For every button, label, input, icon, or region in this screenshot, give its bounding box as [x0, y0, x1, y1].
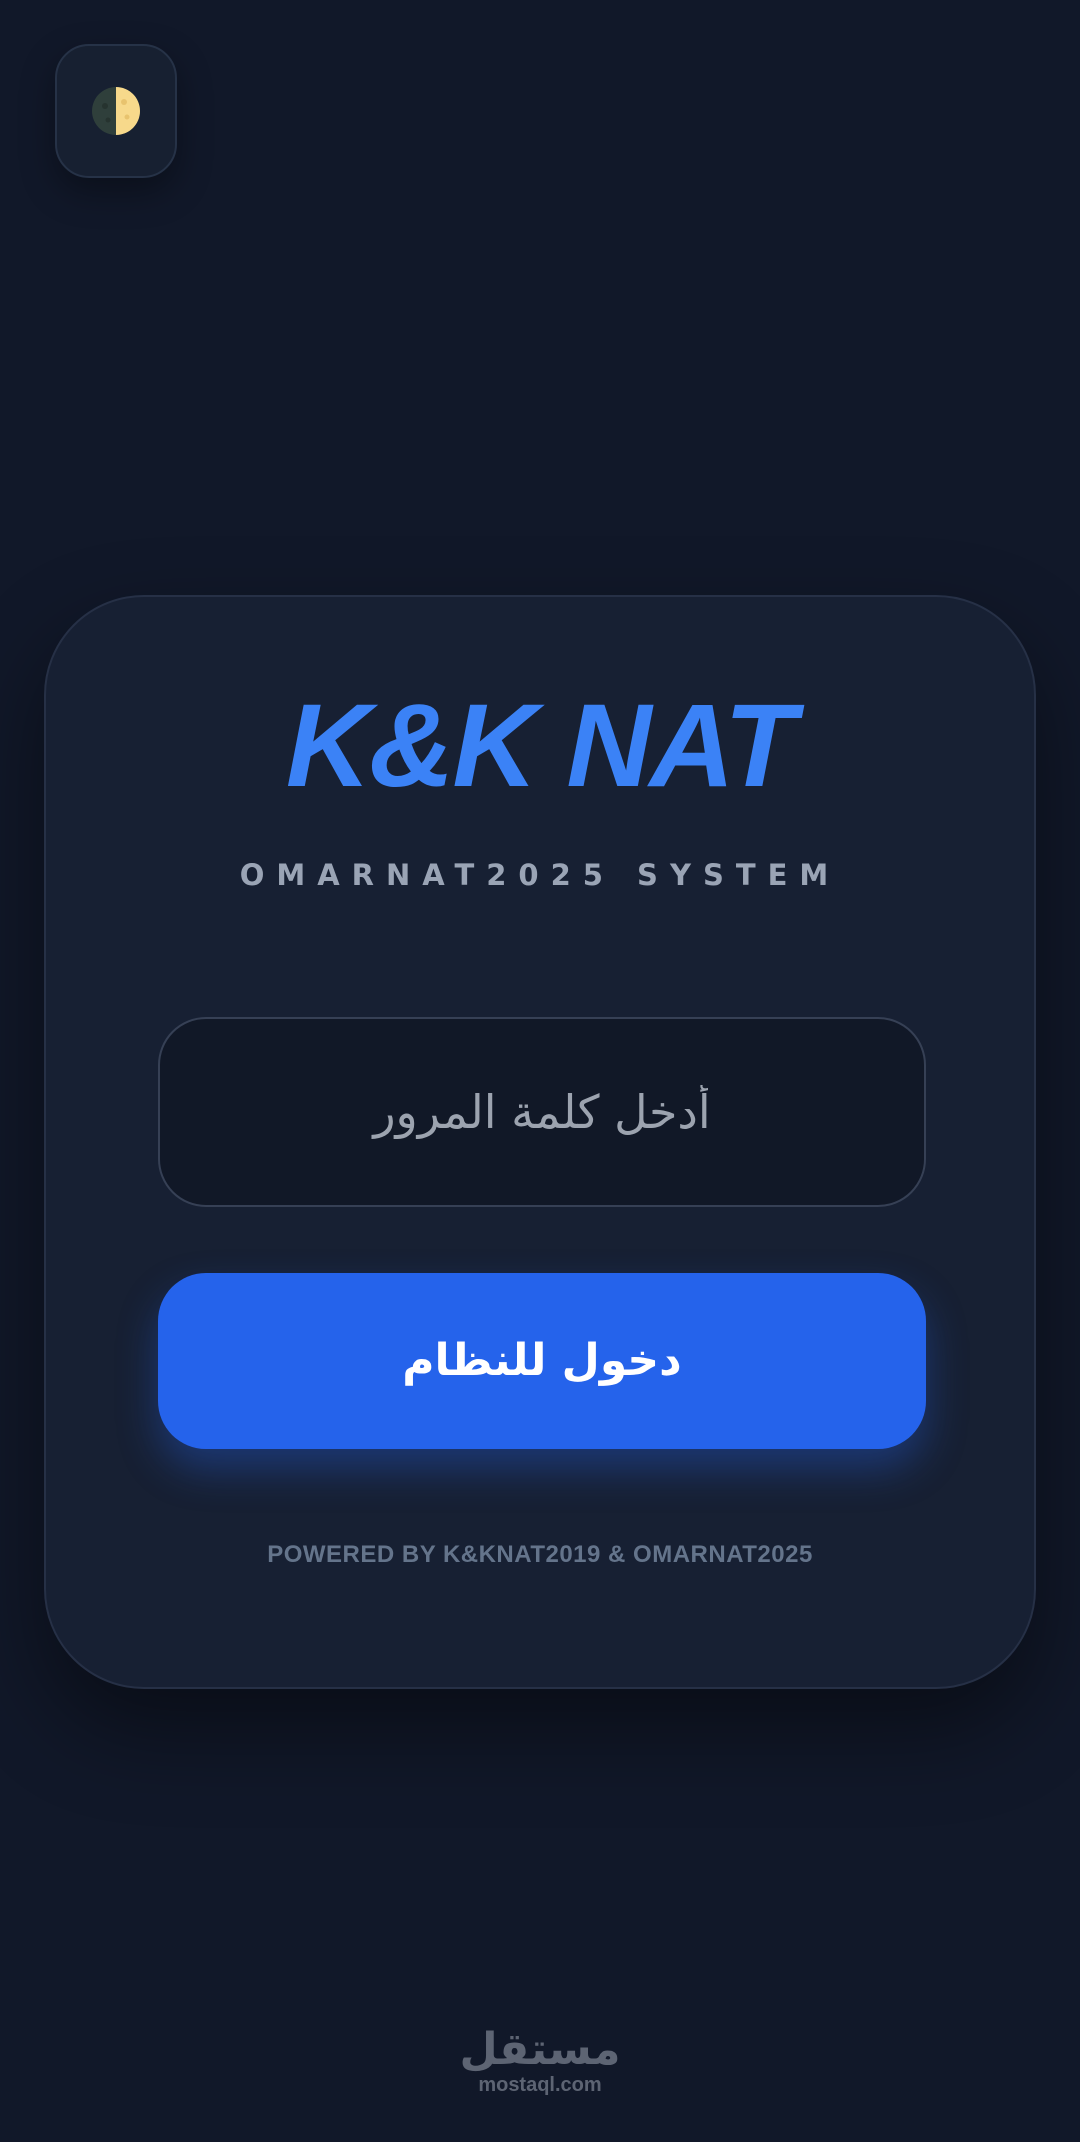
- system-subtitle: OMARNAT2025 SYSTEM: [239, 858, 841, 892]
- login-card: K&K NAT OMARNAT2025 SYSTEM دخول للنظام P…: [44, 595, 1036, 1689]
- watermark-arabic: مستقل: [459, 2024, 621, 2075]
- powered-by-footer: POWERED BY K&KNAT2019 & OMARNAT2025: [267, 1541, 813, 1568]
- watermark-latin: mostaql.com: [478, 2074, 602, 2096]
- login-button[interactable]: دخول للنظام: [158, 1273, 926, 1449]
- theme-toggle-button[interactable]: [55, 44, 177, 178]
- password-input[interactable]: [158, 1017, 926, 1207]
- half-moon-icon: [92, 87, 140, 135]
- mostaql-watermark: مستقل mostaql.com: [0, 2028, 1080, 2097]
- brand-title: K&K NAT: [285, 680, 796, 812]
